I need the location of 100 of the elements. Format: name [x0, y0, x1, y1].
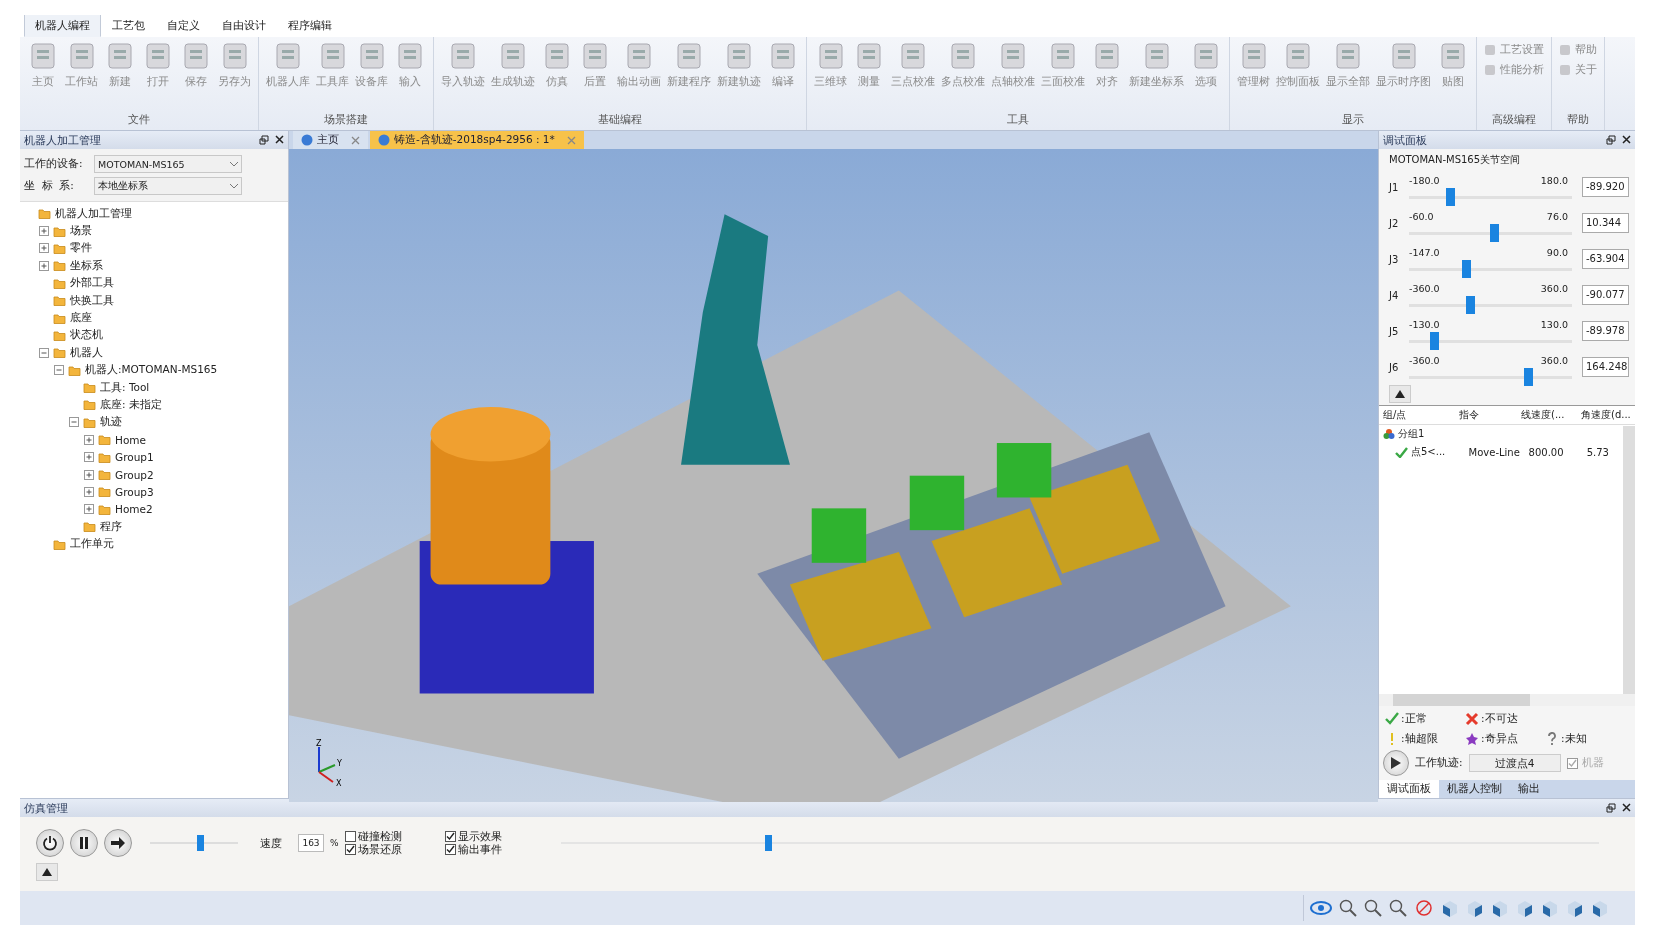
close-icon[interactable] [275, 135, 284, 144]
cube-view-icon[interactable] [1566, 899, 1584, 917]
value-field[interactable]: -89.978 [1582, 321, 1629, 341]
slider-thumb[interactable] [1430, 332, 1440, 350]
table-cell: 点5<... [1411, 445, 1446, 459]
document-tab[interactable]: 主页 [293, 131, 368, 149]
tree-item[interactable]: 工作单元 [70, 537, 114, 552]
tree-item[interactable]: 快换工具 [70, 293, 114, 308]
tile-icon [898, 41, 928, 71]
collapse-button[interactable] [1389, 385, 1411, 403]
expander-icon[interactable] [39, 243, 49, 254]
option-checkbox[interactable]: 显示效果 [444, 830, 525, 843]
cross-icon [1465, 712, 1479, 726]
tree-item[interactable]: 零件 [70, 241, 92, 256]
tree-item[interactable]: 工具: Tool [100, 380, 150, 395]
tree-item[interactable]: Group1 [115, 451, 154, 464]
zoom-icon[interactable] [1389, 899, 1407, 917]
close-icon[interactable] [1622, 803, 1631, 812]
column-header[interactable]: 组/点 [1379, 408, 1455, 422]
value-field[interactable]: 10.344 [1582, 213, 1629, 233]
scrollbar[interactable] [1623, 426, 1635, 694]
cube-view-icon[interactable] [1441, 899, 1459, 917]
column-header[interactable]: 角速度(d... [1577, 408, 1631, 422]
tree-item[interactable]: 机器人 [70, 345, 103, 360]
document-tab[interactable]: 铸造-含轨迹-2018sp4-2956 : 1* [370, 131, 584, 149]
value-field[interactable]: -89.920 [1582, 177, 1629, 197]
ribbon-tab[interactable]: 工艺包 [101, 15, 156, 37]
cube-view-icon[interactable] [1516, 899, 1534, 917]
slider-thumb[interactable] [1445, 188, 1455, 206]
close-icon[interactable] [1622, 135, 1631, 144]
speed-field[interactable]: 163 [298, 834, 324, 852]
tree-item[interactable]: 底座 [70, 311, 92, 326]
option-checkbox[interactable]: 碰撞检测 [344, 830, 445, 843]
tree-item[interactable]: Home2 [115, 503, 153, 516]
expander-icon[interactable] [84, 504, 94, 515]
option-checkbox[interactable]: 场景还原 [344, 843, 445, 856]
track-field[interactable]: 过渡点4 [1468, 754, 1561, 772]
value-field[interactable]: 164.248 [1582, 357, 1629, 377]
expander-icon[interactable] [39, 260, 49, 271]
no-entry-icon[interactable] [1414, 899, 1434, 917]
tree-item[interactable]: 底座: 未指定 [100, 398, 162, 412]
float-icon[interactable] [1606, 803, 1616, 813]
cube-view-icon[interactable] [1491, 899, 1509, 917]
pause-button[interactable] [70, 829, 98, 857]
collapse-button[interactable] [36, 863, 58, 881]
slider-thumb[interactable] [1462, 260, 1472, 278]
tree-item[interactable]: 程序 [100, 519, 122, 534]
tree-item[interactable]: Home [115, 433, 146, 446]
tree-item[interactable]: 坐标系 [70, 258, 103, 273]
tree-item[interactable]: 外部工具 [70, 276, 114, 291]
ribbon-tab[interactable]: 自由设计 [211, 15, 277, 37]
ribbon-tab[interactable]: 自定义 [156, 15, 211, 37]
dropdown-field[interactable]: 本地坐标系 [94, 177, 242, 195]
play-button[interactable] [1383, 750, 1409, 776]
expander-icon[interactable] [39, 347, 49, 358]
cube-view-icon[interactable] [1466, 899, 1484, 917]
speed-slider-thumb[interactable] [197, 835, 205, 851]
panel-tab[interactable]: 输出 [1510, 780, 1548, 798]
tree-item[interactable]: Group2 [115, 468, 154, 481]
eye-icon[interactable] [1310, 900, 1332, 916]
column-header[interactable]: 指令 [1455, 408, 1517, 422]
tree-item[interactable]: 场景 [70, 224, 92, 239]
min-label: -360.0 [1409, 355, 1440, 366]
float-icon[interactable] [259, 135, 269, 145]
ribbon-tab[interactable]: 程序编辑 [277, 15, 343, 37]
tree-item[interactable]: 状态机 [70, 328, 103, 343]
expander-icon[interactable] [84, 469, 94, 480]
expander-icon[interactable] [39, 226, 49, 237]
tree-item[interactable]: Group3 [115, 485, 154, 498]
joint-label: J2 [1389, 217, 1400, 229]
expander-icon[interactable] [84, 434, 94, 445]
check-icon [1395, 446, 1408, 458]
tree-item[interactable]: 轨迹 [100, 415, 122, 430]
expander-icon[interactable] [84, 486, 94, 497]
tile-icon [724, 41, 754, 71]
step-button[interactable] [104, 829, 132, 857]
expander-icon[interactable] [84, 452, 94, 463]
timeline-thumb[interactable] [765, 835, 773, 851]
panel-tab[interactable]: 机器人控制 [1439, 780, 1510, 798]
scrollbar[interactable] [1379, 694, 1635, 706]
tree-item[interactable]: 机器人加工管理 [55, 206, 132, 221]
ribbon-tab[interactable]: 机器人编程 [24, 15, 101, 37]
value-field[interactable]: -63.904 [1582, 249, 1629, 269]
power-button[interactable] [36, 829, 64, 857]
dropdown-field[interactable]: MOTOMAN-MS165 [94, 155, 242, 173]
option-checkbox[interactable]: 输出事件 [444, 843, 525, 856]
zoom-icon[interactable] [1364, 899, 1382, 917]
cube-view-icon[interactable] [1591, 899, 1609, 917]
slider-thumb[interactable] [1523, 368, 1533, 386]
float-icon[interactable] [1606, 135, 1616, 145]
cube-view-icon[interactable] [1541, 899, 1559, 917]
expander-icon[interactable] [69, 417, 79, 428]
column-header[interactable]: 线速度(... [1517, 408, 1577, 422]
panel-tab[interactable]: 调试面板 [1379, 780, 1439, 798]
slider-thumb[interactable] [1489, 224, 1499, 242]
tree-item[interactable]: 机器人:MOTOMAN-MS165 [85, 363, 218, 378]
expander-icon[interactable] [54, 365, 64, 376]
zoom-icon[interactable] [1339, 899, 1357, 917]
slider-thumb[interactable] [1466, 296, 1476, 314]
value-field[interactable]: -90.077 [1582, 285, 1629, 305]
